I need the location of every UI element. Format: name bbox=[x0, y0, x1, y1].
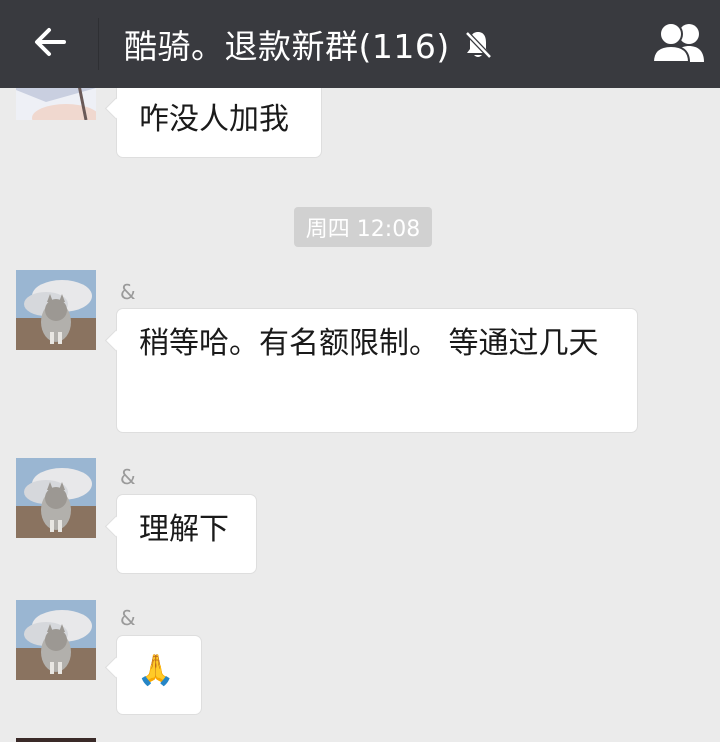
avatar[interactable] bbox=[16, 458, 96, 538]
message-bubble[interactable]: 理解下 bbox=[116, 494, 257, 574]
timestamp: 周四 12:08 bbox=[294, 207, 432, 247]
title-group: 酷骑。退款新群(116) bbox=[124, 20, 494, 68]
avatar[interactable] bbox=[16, 88, 96, 120]
sender-name: & bbox=[120, 465, 136, 489]
chat-title: 酷骑。退款新群(116) bbox=[124, 27, 450, 66]
avatar[interactable] bbox=[16, 738, 96, 742]
message-text: 咋没人加我 bbox=[139, 102, 289, 137]
message-text: 稍等哈。有名额限制。 等通过几天 bbox=[139, 326, 599, 361]
group-members-icon[interactable] bbox=[650, 18, 708, 68]
title-divider bbox=[98, 18, 99, 70]
message-bubble[interactable]: 稍等哈。有名额限制。 等通过几天 bbox=[116, 308, 638, 433]
title-bar: 酷骑。退款新群(116) bbox=[0, 0, 720, 88]
sender-name: & bbox=[120, 606, 136, 630]
praying-hands-emoji: 🙏 bbox=[137, 653, 175, 688]
message-bubble[interactable]: 咋没人加我 bbox=[116, 88, 322, 158]
back-arrow-icon[interactable] bbox=[30, 22, 70, 62]
chat-area[interactable]: 咋没人加我 周四 12:08 & 稍等哈。有名额限制。 等通过几天 & 理解下 … bbox=[0, 88, 720, 742]
mute-bell-icon bbox=[464, 31, 492, 59]
avatar[interactable] bbox=[16, 270, 96, 350]
message-text: 理解下 bbox=[139, 512, 229, 547]
sender-name: & bbox=[120, 280, 136, 304]
avatar[interactable] bbox=[16, 600, 96, 680]
message-bubble[interactable]: 🙏 bbox=[116, 635, 202, 715]
